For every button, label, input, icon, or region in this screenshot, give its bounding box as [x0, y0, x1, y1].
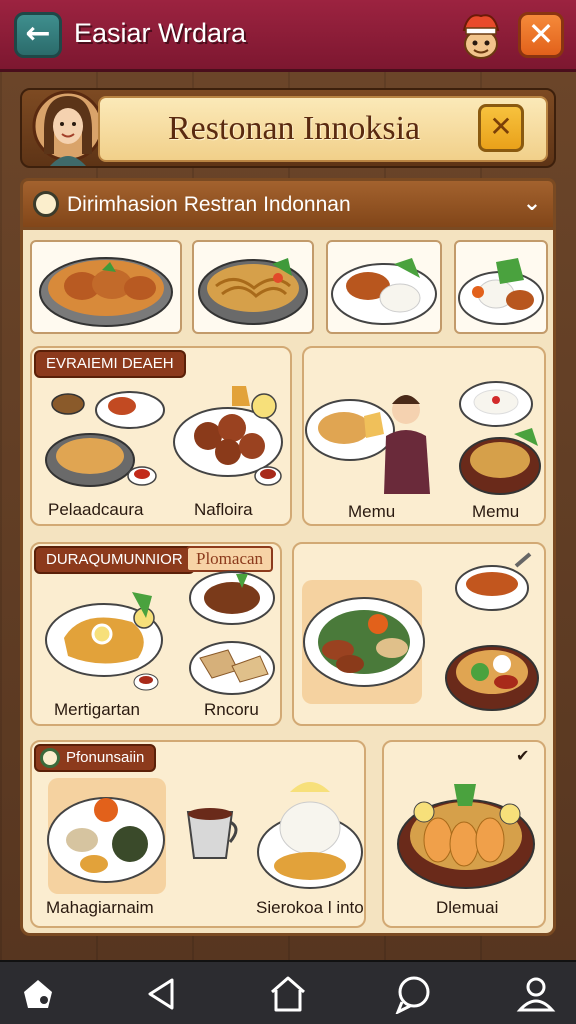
menu-group-4: Pfonunsaiin Mahagiarnaim Sierokoa l into	[30, 740, 366, 928]
item-label[interactable]: Mahagiarnaim	[46, 898, 154, 918]
arrow-left-icon: ←	[25, 16, 51, 51]
chef-mascot-icon[interactable]	[456, 8, 506, 62]
item-label[interactable]: Sierokoa l into	[256, 898, 364, 918]
house-icon[interactable]	[266, 974, 310, 1014]
menu-group-5: ✔ Dlemuai	[382, 740, 546, 928]
item-label[interactable]: Pelaadcaura	[48, 500, 143, 520]
menu-group-3-right	[292, 542, 546, 726]
menu-group-1: EVRAIEMI DEAEH Pelaadcaura Nafloira	[30, 346, 292, 526]
restaurant-title: Restonan Innoksia	[168, 110, 421, 147]
back-button[interactable]: ←	[14, 12, 62, 58]
item-label[interactable]: Rncoru	[204, 700, 259, 720]
bottom-navigation	[0, 960, 576, 1024]
check-icon[interactable]: ✔	[516, 746, 529, 765]
banner-close-button[interactable]: ✕	[478, 104, 524, 152]
rice-and-noodle-icon	[459, 381, 541, 495]
noodle-bowl-icon	[198, 258, 308, 325]
item-label[interactable]: Memu	[472, 502, 519, 522]
food-card-noodles[interactable]	[192, 240, 314, 334]
food-card-rice-bowl[interactable]	[454, 240, 548, 334]
egg-fish-plate-icon	[45, 592, 163, 691]
shrimp-bowl-icon	[397, 784, 535, 889]
soup-and-bowl-icon	[445, 552, 539, 711]
meatball-plate-icon	[173, 386, 283, 486]
beef-and-tofu-icon	[189, 571, 275, 695]
menu-group-2: Memu Memu	[302, 346, 546, 526]
menu-group-3: DURAQUMUNNIOR Plomacan Mertigartan Rncor…	[30, 542, 282, 726]
rice-fried-chicken-bowl-icon	[257, 782, 363, 889]
rice-bowl-icon	[458, 258, 544, 325]
food-card-roast-chicken[interactable]	[30, 240, 182, 334]
close-x-icon: ✕	[489, 110, 513, 143]
info-circle-icon	[33, 191, 59, 217]
section-title: Dirimhasion Restran Indonnan	[67, 193, 351, 216]
group-1-tag: EVRAIEMI DEAEH	[34, 350, 186, 378]
close-icon: ✕	[527, 15, 555, 53]
top-bar: ← Easiar Wrdara ✕	[0, 0, 576, 72]
section-header[interactable]: Dirimhasion Restran Indonnan ⌄	[20, 178, 556, 230]
leaf-circle-icon	[40, 748, 60, 768]
profile-icon[interactable]	[514, 974, 558, 1014]
food-card-rice-meat[interactable]	[326, 240, 442, 334]
rice-plate-icon	[331, 258, 437, 325]
satay-platter-icon	[302, 580, 425, 704]
item-label[interactable]: Memu	[348, 502, 395, 522]
home-shape-icon[interactable]	[16, 974, 60, 1014]
item-label[interactable]: Dlemuai	[436, 898, 498, 918]
restaurant-banner: Restonan Innoksia	[20, 88, 556, 168]
close-button[interactable]: ✕	[518, 12, 564, 58]
back-triangle-icon[interactable]	[140, 974, 184, 1014]
coffee-cup-icon	[186, 808, 238, 859]
avatar	[32, 90, 104, 166]
fried-chicken-set-icon	[45, 391, 165, 487]
item-label[interactable]: Mertigartan	[54, 700, 140, 720]
chat-icon[interactable]	[392, 974, 436, 1014]
item-label[interactable]: Nafloira	[194, 500, 253, 520]
roast-chicken-dish-icon	[39, 257, 173, 327]
nasi-campur-plate-icon	[47, 778, 166, 894]
chevron-down-icon[interactable]: ⌄	[517, 191, 547, 217]
group-3-tag: DURAQUMUNNIOR	[34, 546, 195, 574]
app-title: Easiar Wrdara	[74, 18, 247, 48]
waiter-with-plate-icon	[305, 395, 430, 494]
